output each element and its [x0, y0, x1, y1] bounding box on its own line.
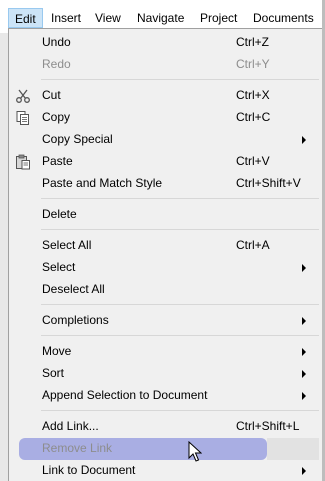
menu-item-shortcut: Ctrl+C [236, 110, 271, 124]
submenu-arrow-icon [302, 392, 306, 400]
menu-item-shortcut: Ctrl+A [236, 238, 270, 252]
menu-item-label: Copy [42, 110, 71, 124]
menu-item-sort[interactable]: Sort [9, 363, 325, 385]
menu-item-shortcut: Ctrl+Z [236, 35, 269, 49]
menu-item-undo[interactable]: Undo Ctrl+Z [9, 32, 325, 54]
menu-item-label: Sort [42, 366, 65, 380]
submenu-arrow-icon [302, 317, 306, 325]
menu-project[interactable]: Project [194, 8, 243, 28]
menu-item-select[interactable]: Select [9, 257, 325, 279]
copy-icon [15, 110, 31, 126]
menu-item-label: Link to Document [42, 463, 136, 477]
menu-item-label: Add Link... [42, 419, 99, 433]
menu-item-label: Paste and Match Style [42, 176, 163, 190]
submenu-arrow-icon [302, 467, 306, 475]
mouse-cursor-icon [188, 441, 202, 462]
menu-item-label: Paste [42, 154, 73, 168]
menu-item-label: Undo [42, 35, 71, 49]
menu-separator [41, 79, 319, 80]
menu-item-label: Delete [42, 207, 77, 221]
menu-item-shortcut: Ctrl+V [236, 154, 270, 168]
menu-separator [41, 198, 319, 199]
menu-item-label: Move [42, 344, 72, 358]
submenu-arrow-icon [302, 348, 306, 356]
menu-item-paste-match-style[interactable]: Paste and Match Style Ctrl+Shift+V [9, 173, 325, 195]
menu-item-label: Append Selection to Document [42, 388, 208, 402]
menu-separator [41, 229, 319, 230]
background-window-strip [0, 33, 8, 481]
menu-item-label: Redo [42, 57, 71, 71]
menu-separator [41, 335, 319, 336]
menu-item-redo[interactable]: Redo Ctrl+Y [9, 54, 325, 76]
menu-item-label: Select [42, 260, 76, 274]
menu-item-shortcut: Ctrl+Shift+L [236, 419, 300, 433]
menu-item-link-to-document[interactable]: Link to Document [9, 460, 325, 481]
menu-item-shortcut: Ctrl+Shift+V [236, 176, 301, 190]
menu-separator [41, 410, 319, 411]
menu-item-completions[interactable]: Completions [9, 310, 325, 332]
menu-item-copy[interactable]: Copy Ctrl+C [9, 107, 325, 129]
menu-edit[interactable]: Edit [8, 8, 43, 28]
submenu-arrow-icon [302, 136, 306, 144]
menu-item-paste[interactable]: Paste Ctrl+V [9, 151, 325, 173]
menu-item-label: Remove Link [42, 441, 113, 455]
clipboard-icon [15, 154, 31, 170]
menu-item-select-all[interactable]: Select All Ctrl+A [9, 235, 325, 257]
menu-item-label: Completions [42, 313, 109, 327]
menu-item-cut[interactable]: Cut Ctrl+X [9, 85, 325, 107]
submenu-arrow-icon [302, 370, 306, 378]
edit-dropdown-menu: Undo Ctrl+Z Redo Ctrl+Y Cut Ctrl+X Copy … [8, 28, 325, 481]
menu-view[interactable]: View [89, 8, 127, 28]
scissors-icon [15, 88, 31, 104]
menu-item-append-selection[interactable]: Append Selection to Document [9, 385, 325, 407]
menu-item-label: Select All [42, 238, 92, 252]
menu-item-label: Copy Special [42, 132, 113, 146]
submenu-arrow-icon [302, 264, 306, 272]
menu-item-label: Deselect All [42, 282, 105, 296]
menu-item-shortcut: Ctrl+Y [236, 57, 270, 71]
menu-navigate[interactable]: Navigate [131, 8, 190, 28]
menu-item-deselect-all[interactable]: Deselect All [9, 279, 325, 301]
menu-item-shortcut: Ctrl+X [236, 88, 270, 102]
menu-separator [41, 304, 319, 305]
menu-item-delete[interactable]: Delete [9, 204, 325, 226]
menu-item-remove-link[interactable]: Remove Link [9, 438, 325, 460]
menu-item-copy-special[interactable]: Copy Special [9, 129, 325, 151]
menu-item-move[interactable]: Move [9, 341, 325, 363]
menu-documents[interactable]: Documents [247, 8, 320, 28]
menu-insert[interactable]: Insert [45, 8, 87, 28]
menu-item-add-link[interactable]: Add Link... Ctrl+Shift+L [9, 416, 325, 438]
menu-item-label: Cut [42, 88, 61, 102]
